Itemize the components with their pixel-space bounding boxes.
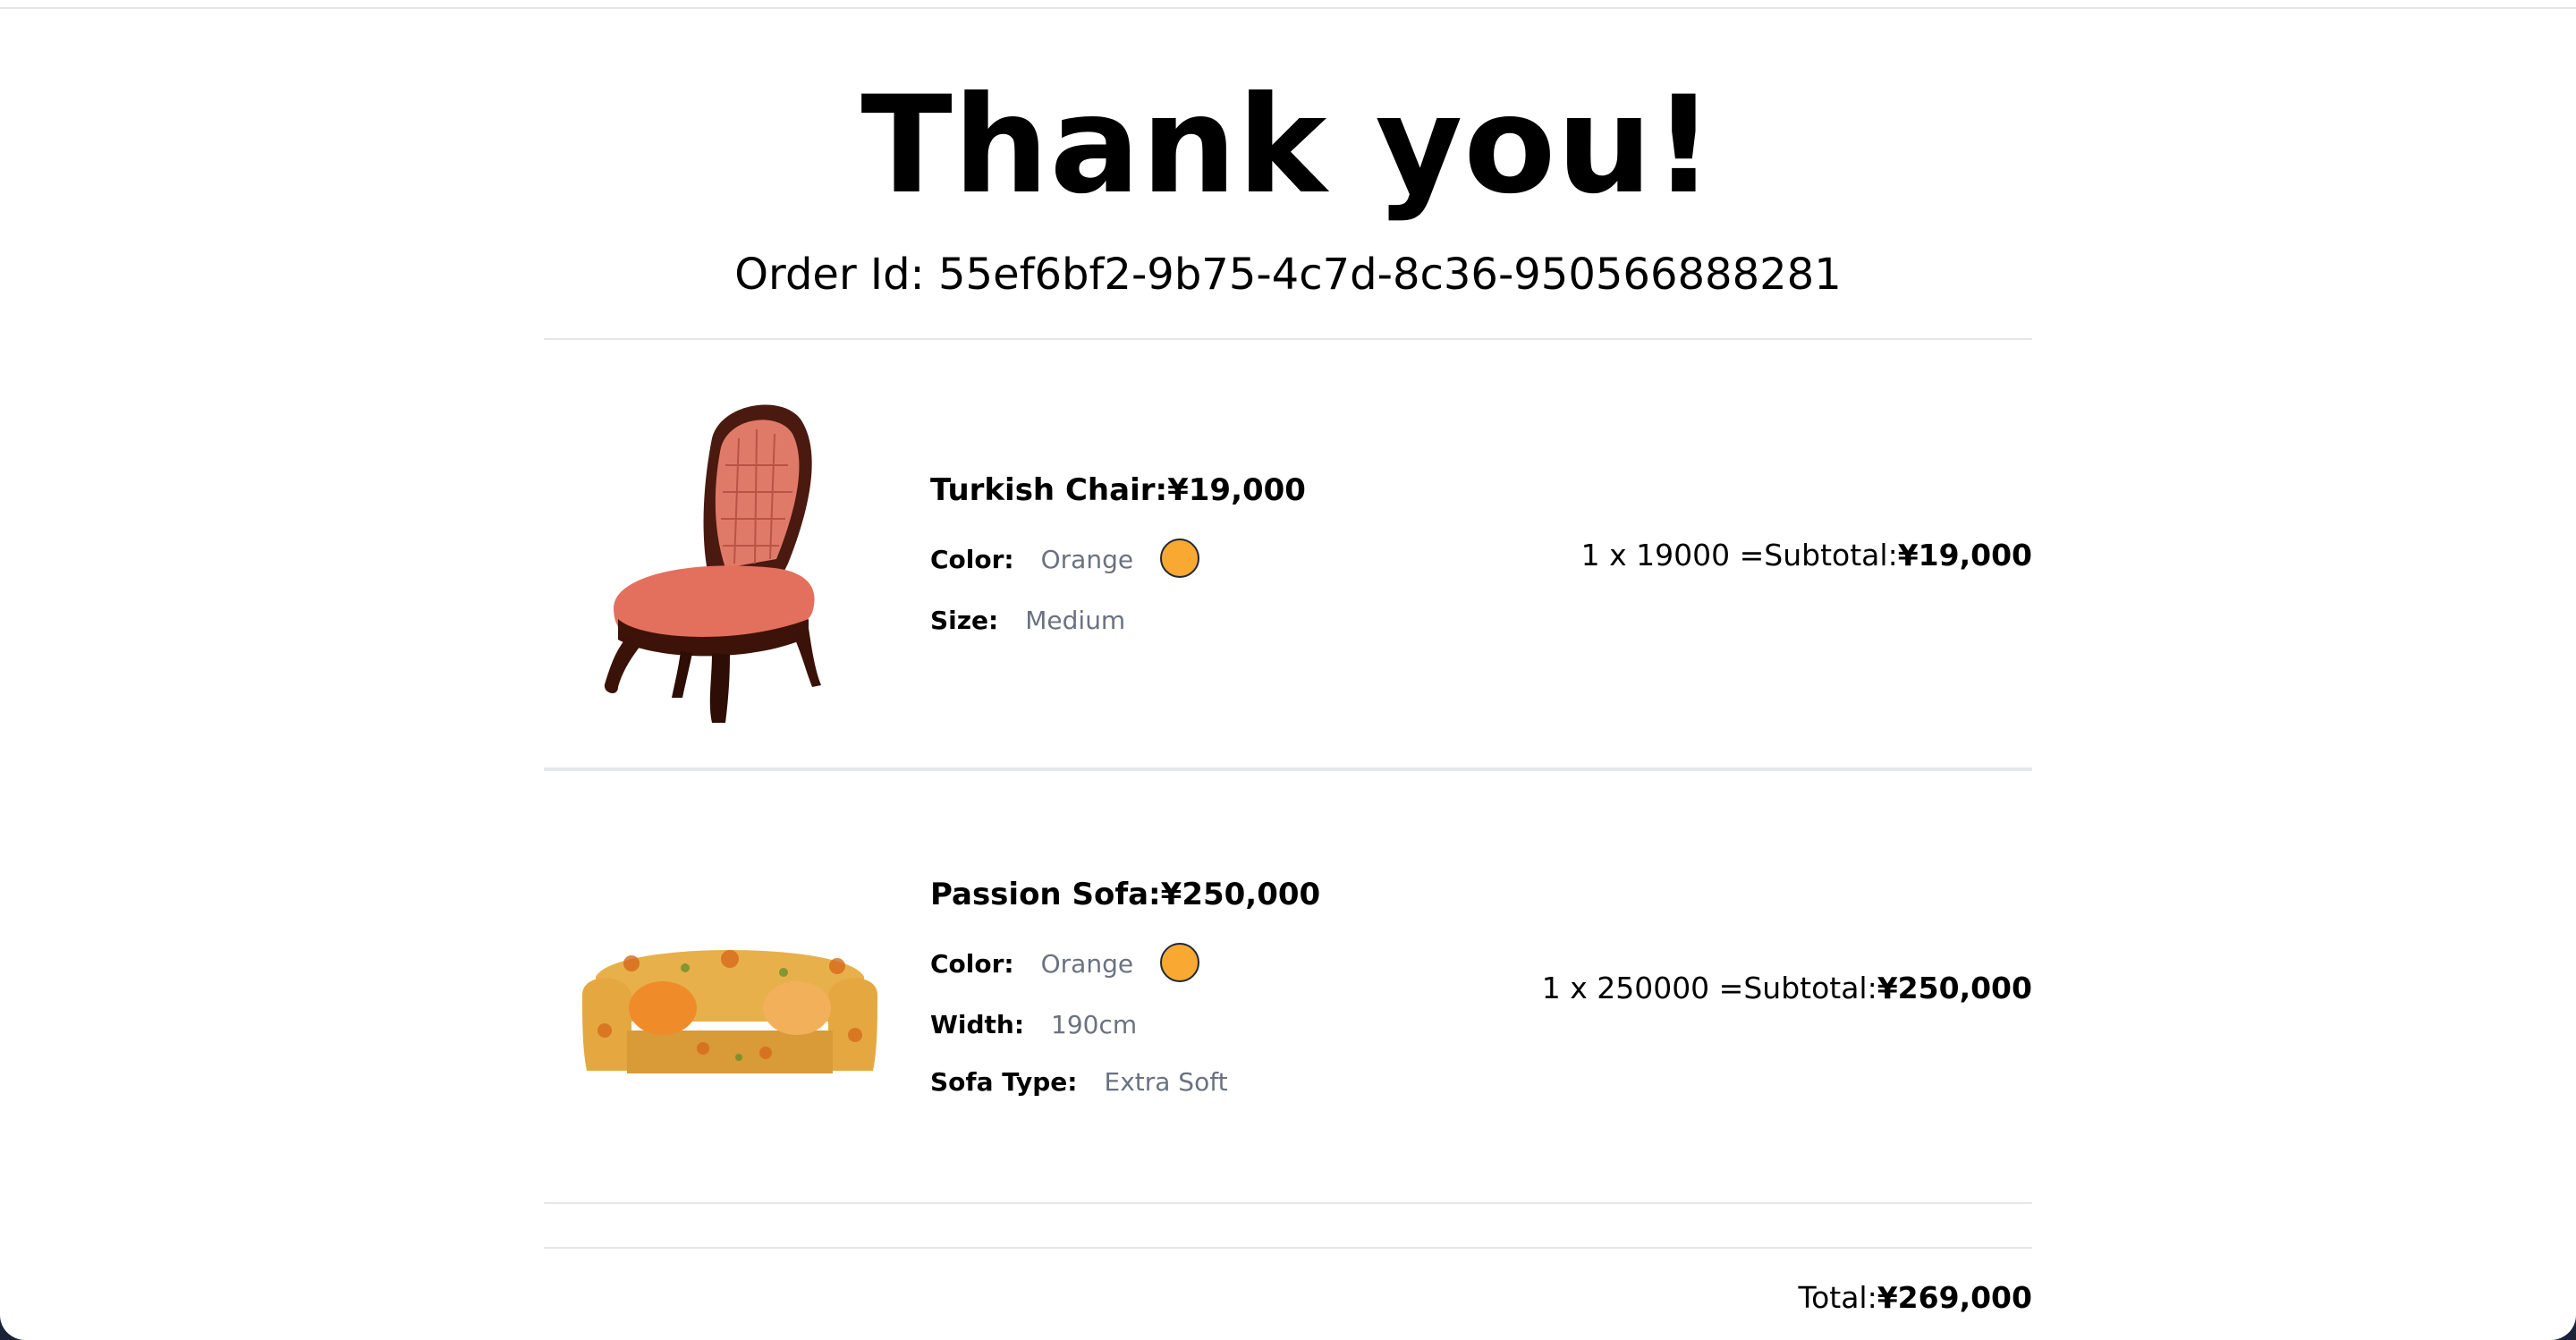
color-swatch bbox=[1160, 943, 1200, 982]
subtotal-label: Subtotal: bbox=[1764, 538, 1898, 572]
subtotal-amount: ¥19,000 bbox=[1897, 538, 2032, 572]
attribute-label: Color: bbox=[930, 949, 1014, 979]
item-price: ¥19,000 bbox=[1167, 472, 1306, 508]
attribute-label: Color: bbox=[930, 545, 1014, 574]
quantity-line: 1 x 250000 = bbox=[1541, 971, 1744, 1005]
item-name: Passion Sofa: bbox=[930, 877, 1161, 912]
attribute-value: Medium bbox=[1025, 606, 1126, 635]
color-swatch bbox=[1160, 539, 1200, 578]
passion-sofa-image bbox=[582, 950, 877, 1073]
attribute-label: Sofa Type: bbox=[930, 1067, 1078, 1097]
attribute-value: Extra Soft bbox=[1104, 1067, 1228, 1097]
item-attribute-width: Width: 190cm bbox=[930, 1007, 1137, 1043]
subtotal-label: Subtotal: bbox=[1743, 971, 1877, 1005]
attribute-value: Orange bbox=[1040, 949, 1134, 979]
item-subtotal-line: 1 x 250000 =Subtotal:¥250,000 bbox=[1542, 968, 2032, 1009]
item-title: Passion Sofa:¥250,000 bbox=[930, 875, 1320, 914]
order-item: Passion Sofa:¥250,000 Color: Orange Width… bbox=[544, 771, 2032, 1200]
item-subtotal-line: 1 x 19000 =Subtotal:¥19,000 bbox=[1581, 535, 2032, 576]
quantity-line: 1 x 19000 = bbox=[1580, 538, 1765, 572]
attribute-label: Width: bbox=[930, 1010, 1025, 1039]
summary-divider bbox=[544, 1247, 2032, 1249]
item-attribute-sofa-type: Sofa Type: Extra Soft bbox=[930, 1064, 1228, 1100]
item-divider bbox=[544, 1202, 2032, 1204]
item-attribute-color: Color: Orange bbox=[930, 943, 1200, 982]
order-total: Total:¥269,000 bbox=[1799, 1277, 2032, 1319]
item-price: ¥250,000 bbox=[1160, 877, 1321, 912]
order-item: Turkish Chair:¥19,000 Color: Orange Size:… bbox=[544, 340, 2032, 769]
turkish-chair-image bbox=[604, 404, 821, 723]
total-label: Total: bbox=[1798, 1280, 1877, 1315]
attribute-value: Orange bbox=[1040, 545, 1134, 574]
total-amount: ¥269,000 bbox=[1877, 1280, 2032, 1315]
item-name: Turkish Chair: bbox=[930, 472, 1168, 508]
attribute-value: 190cm bbox=[1051, 1010, 1138, 1039]
item-title: Turkish Chair:¥19,000 bbox=[930, 471, 1306, 510]
page-frame: Thank you! Order Id: 55ef6bf2-9b75-4c7d-… bbox=[0, 0, 2576, 1340]
subtotal-amount: ¥250,000 bbox=[1877, 971, 2032, 1005]
item-attribute-size: Size: Medium bbox=[930, 603, 1125, 639]
order-id-value: 55ef6bf2-9b75-4c7d-8c36-950566888281 bbox=[938, 250, 1842, 300]
top-divider bbox=[0, 7, 2576, 9]
item-attribute-color: Color: Orange bbox=[930, 539, 1200, 578]
order-id-label: Order Id: bbox=[734, 250, 925, 300]
attribute-label: Size: bbox=[930, 606, 999, 635]
page-title: Thank you! bbox=[860, 68, 1716, 224]
order-id: Order Id: 55ef6bf2-9b75-4c7d-8c36-950566… bbox=[544, 243, 2032, 306]
